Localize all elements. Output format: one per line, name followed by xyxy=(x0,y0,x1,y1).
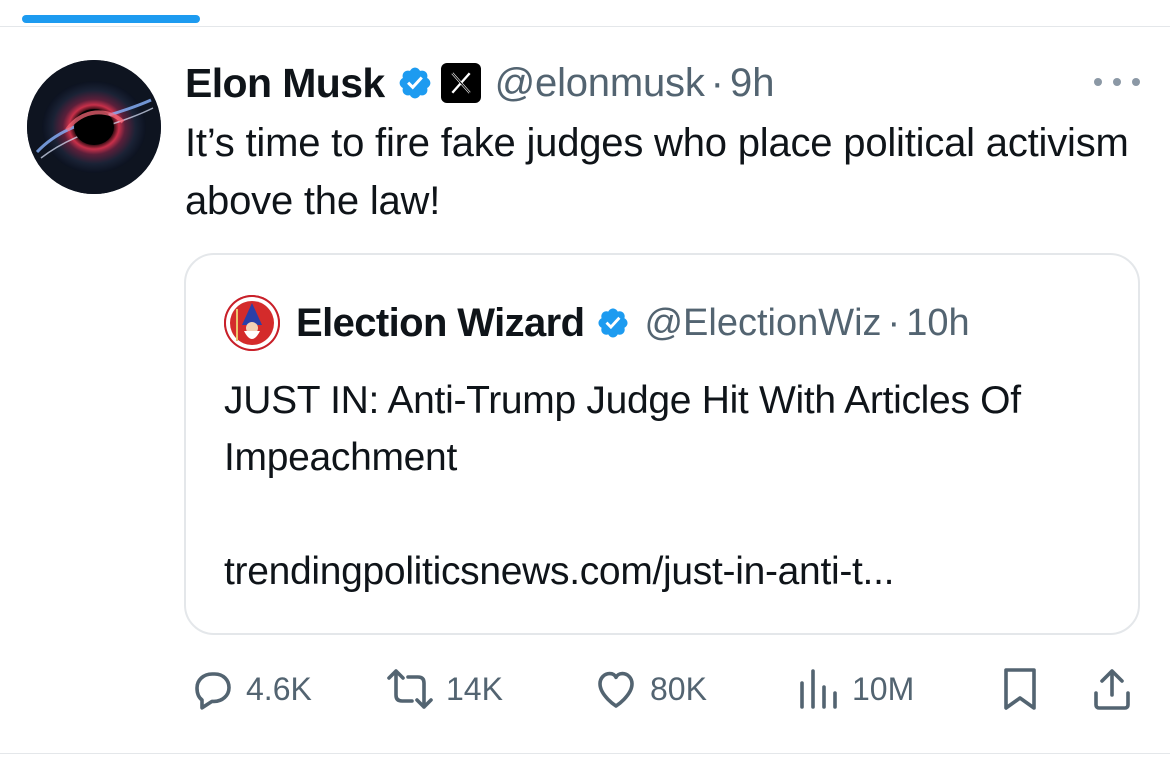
more-options-button[interactable] xyxy=(1094,70,1140,94)
more-icon xyxy=(1094,78,1102,86)
reply-count: 4.6K xyxy=(246,670,312,707)
bookmark-icon xyxy=(1004,668,1036,710)
bookmark-button[interactable] xyxy=(1000,664,1040,714)
quote-text: JUST IN: Anti-Trump Judge Hit With Artic… xyxy=(224,379,1021,479)
tweet-text: It’s time to fire fake judges who place … xyxy=(185,121,1129,223)
loading-progress-bar xyxy=(22,15,200,23)
share-button[interactable] xyxy=(1090,664,1134,714)
reply-button[interactable]: 4.6K xyxy=(188,664,312,714)
tweet-time[interactable]: 9h xyxy=(730,61,775,106)
views-count: 10M xyxy=(852,670,915,707)
quote-author-handle[interactable]: @ElectionWiz xyxy=(644,302,881,345)
top-divider xyxy=(0,26,1170,27)
bottom-divider xyxy=(0,753,1170,754)
verified-badge-icon[interactable] xyxy=(397,65,433,101)
x-affiliate-icon[interactable] xyxy=(440,63,481,103)
quote-time[interactable]: 10h xyxy=(906,302,969,345)
quote-author-avatar[interactable] xyxy=(224,295,280,351)
separator-dot: · xyxy=(887,301,901,344)
verified-badge-icon[interactable] xyxy=(596,306,630,340)
repost-count: 14K xyxy=(446,670,503,707)
like-button[interactable]: 80K xyxy=(592,664,707,714)
tweet-header: Elon Musk @elonmusk · 9h xyxy=(185,55,774,111)
views-button[interactable]: 10M xyxy=(794,664,914,714)
author-name[interactable]: Elon Musk xyxy=(185,60,385,107)
separator-dot: · xyxy=(710,60,724,105)
like-count: 80K xyxy=(650,670,707,707)
heart-icon xyxy=(598,671,634,708)
quoted-tweet-card[interactable]: Election Wizard @ElectionWiz · 10h JUST … xyxy=(184,253,1140,635)
reply-icon xyxy=(195,672,231,710)
quote-link[interactable]: trendingpoliticsnews.com/just-in-anti-t.… xyxy=(224,543,1114,600)
views-chart-icon xyxy=(800,669,837,709)
author-handle[interactable]: @elonmusk xyxy=(495,61,705,106)
author-avatar[interactable] xyxy=(27,60,161,194)
wizard-avatar-image xyxy=(224,295,280,351)
repost-icon xyxy=(387,669,433,709)
quote-author-name[interactable]: Election Wizard xyxy=(296,301,585,346)
share-icon xyxy=(1094,669,1130,710)
tweet-actions-bar: 4.6K 14K 80K 10M xyxy=(0,664,1170,714)
tweet-page: Elon Musk @elonmusk · 9h It’s time to fi… xyxy=(0,0,1170,777)
quote-header: Election Wizard @ElectionWiz · 10h xyxy=(296,293,970,353)
repost-button[interactable]: 14K xyxy=(384,664,503,714)
black-hole-avatar-image xyxy=(27,60,161,194)
